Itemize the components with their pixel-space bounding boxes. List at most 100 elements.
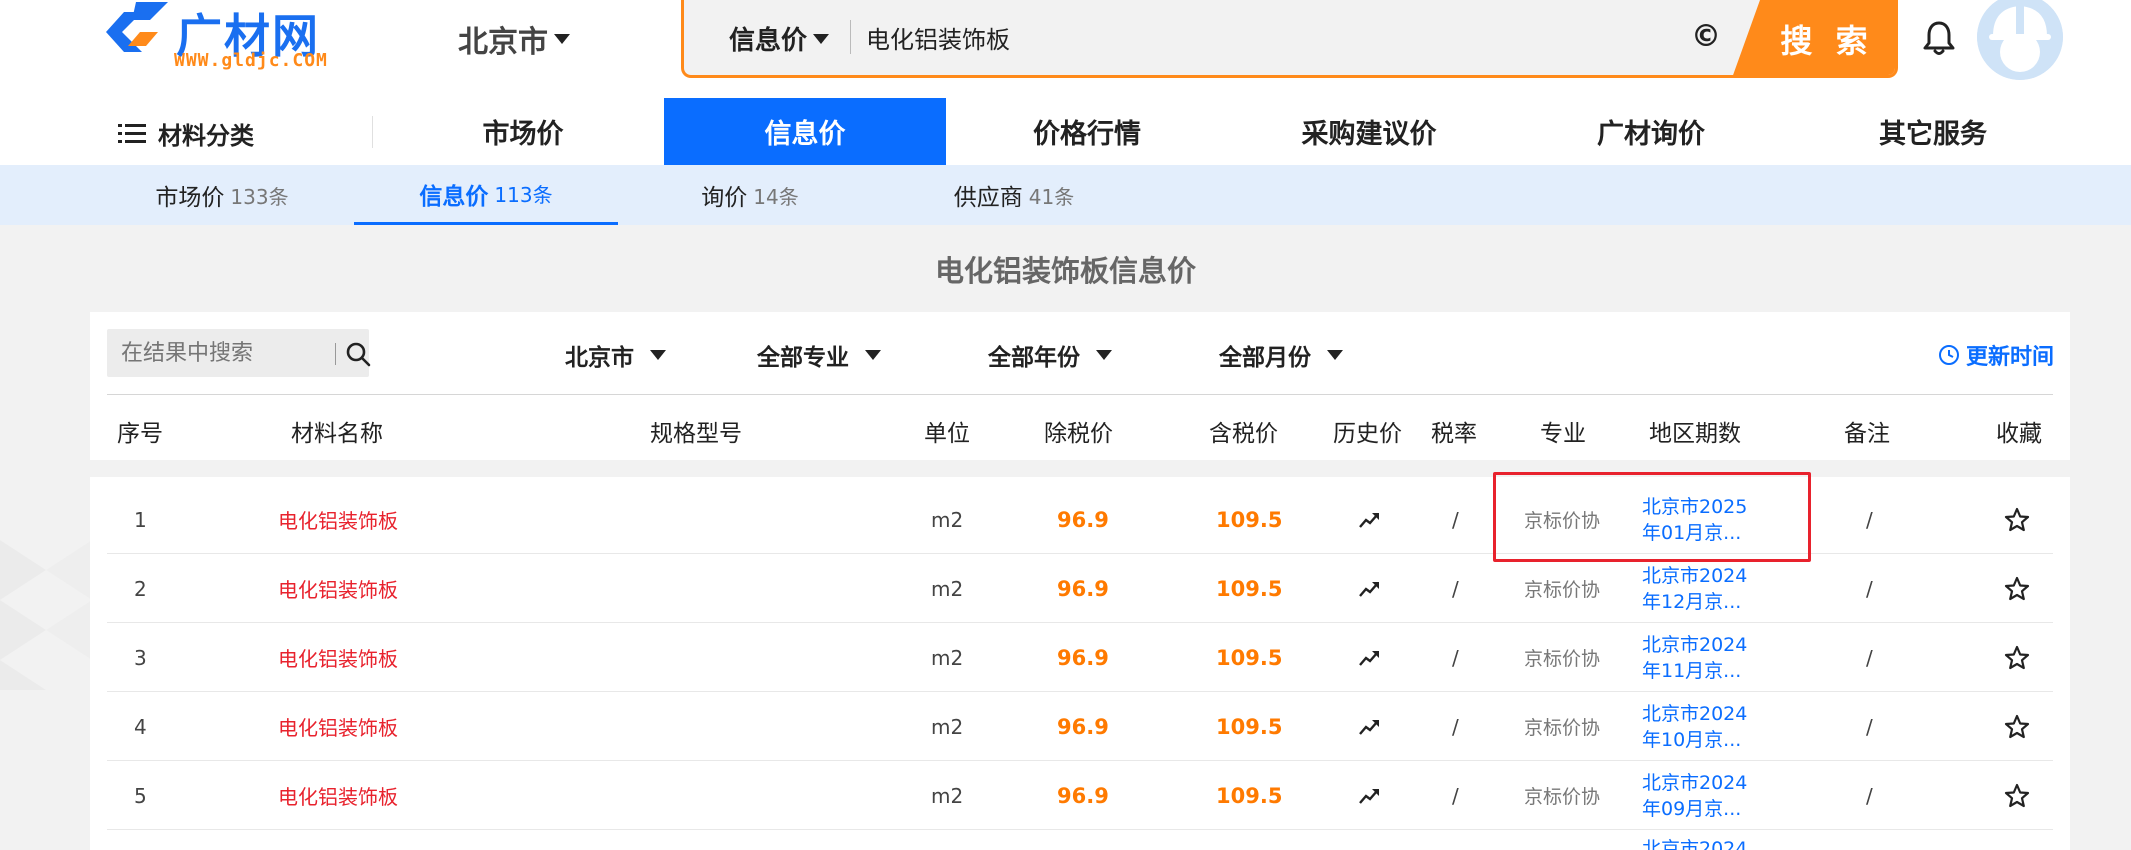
search-input[interactable] bbox=[866, 14, 1646, 60]
search-divider bbox=[335, 343, 336, 365]
tab-info-price[interactable]: 信息价 113条 bbox=[354, 165, 618, 225]
row-specialty: 京标价协 bbox=[1524, 786, 1601, 808]
region-period-link[interactable]: 北京市2024年11月京... bbox=[1642, 623, 1762, 692]
row-tax-rate: / bbox=[1452, 714, 1459, 739]
filter-specialty-label: 全部专业 bbox=[757, 345, 849, 371]
clock-icon bbox=[1938, 345, 1959, 365]
result-search-input[interactable] bbox=[121, 336, 311, 370]
search-button[interactable]: 搜 索 bbox=[1732, 0, 1895, 75]
nav-item-other-services[interactable]: 其它服务 bbox=[1792, 98, 2074, 165]
tab-count: 113条 bbox=[494, 183, 553, 207]
material-name-link[interactable]: 电化铝装饰板 bbox=[278, 623, 398, 692]
row-pre-tax-price: 96.9 bbox=[1057, 645, 1109, 670]
row-tax-rate: / bbox=[1452, 645, 1459, 670]
region-period-link[interactable]: 北京市2024年09月京... bbox=[1642, 761, 1762, 830]
filter-city-label: 北京市 bbox=[565, 345, 634, 371]
favorite-star-icon[interactable] bbox=[2004, 485, 2030, 554]
history-trend-icon[interactable] bbox=[1358, 554, 1380, 623]
favorite-star-icon[interactable] bbox=[2004, 554, 2030, 623]
filter-month-label: 全部月份 bbox=[1219, 345, 1311, 371]
image-search-icon[interactable]: © bbox=[1687, 18, 1725, 56]
tab-label: 询价 bbox=[701, 185, 748, 211]
nav-item-purchase-advice[interactable]: 采购建议价 bbox=[1228, 98, 1510, 165]
row-index: 4 bbox=[134, 714, 147, 739]
material-name-link[interactable]: 电化铝装饰板 bbox=[278, 485, 398, 554]
row-specialty: 京标价协 bbox=[1524, 648, 1601, 670]
user-avatar[interactable] bbox=[1977, 0, 2063, 80]
table-row[interactable]: 2 电化铝装饰板 m2 96.9 109.5 / 京标价协 北京市2024年12… bbox=[90, 554, 2070, 623]
site-logo[interactable]: 广材网 WWW.gldjc.COM bbox=[106, 0, 336, 76]
material-name-link[interactable]: 电化铝装饰板 bbox=[278, 554, 398, 623]
bell-icon[interactable] bbox=[1919, 18, 1959, 58]
list-menu-icon bbox=[118, 123, 146, 143]
nav-item-market-price[interactable]: 市场价 bbox=[382, 98, 664, 165]
filter-specialty-dropdown[interactable]: 全部专业 bbox=[757, 338, 881, 372]
col-header-unit: 单位 bbox=[924, 421, 970, 447]
caret-down-icon bbox=[1327, 350, 1343, 360]
material-category-label: 材料分类 bbox=[158, 122, 254, 150]
row-pre-tax-price: 96.9 bbox=[1057, 714, 1109, 739]
caret-down-icon bbox=[813, 33, 830, 44]
top-header: 广材网 WWW.gldjc.COM 北京市 信息价 © 搜 索 bbox=[0, 0, 2131, 165]
material-name-link[interactable]: 电化铝装饰板 bbox=[278, 692, 398, 761]
material-name-link[interactable]: 电化铝装饰板 bbox=[278, 761, 398, 830]
row-pre-tax-price: 96.9 bbox=[1057, 576, 1109, 601]
favorite-star-icon[interactable] bbox=[2004, 692, 2030, 761]
col-header-specialty: 专业 bbox=[1540, 421, 1586, 447]
history-trend-icon[interactable] bbox=[1358, 485, 1380, 554]
caret-down-icon bbox=[650, 350, 666, 360]
row-unit: m2 bbox=[931, 783, 964, 808]
tab-market-price[interactable]: 市场价 133条 bbox=[90, 165, 354, 225]
row-unit: m2 bbox=[931, 576, 964, 601]
history-trend-icon[interactable] bbox=[1358, 692, 1380, 761]
favorite-star-icon[interactable] bbox=[2004, 761, 2030, 830]
table-row[interactable]: 3 电化铝装饰板 m2 96.9 109.5 / 京标价协 北京市2024年11… bbox=[90, 623, 2070, 692]
row-pre-tax-price: 96.9 bbox=[1057, 783, 1109, 808]
nav-item-inquiry[interactable]: 广材询价 bbox=[1510, 98, 1792, 165]
region-period-link[interactable]: 北京市2024年12月京... bbox=[1642, 554, 1762, 623]
region-period-link[interactable]: 北京市2024 bbox=[1642, 836, 1762, 850]
region-period-link[interactable]: 北京市2024年10月京... bbox=[1642, 692, 1762, 761]
filter-month-dropdown[interactable]: 全部月份 bbox=[1219, 338, 1343, 372]
favorite-star-icon[interactable] bbox=[2004, 623, 2030, 692]
page-title: 电化铝装饰板信息价 bbox=[934, 254, 1196, 288]
nav-item-price-trend[interactable]: 价格行情 bbox=[946, 98, 1228, 165]
price-table: 1 电化铝装饰板 m2 96.9 109.5 / 京标价协 北京市2025年01… bbox=[90, 477, 2070, 850]
table-row[interactable]: 1 电化铝装饰板 m2 96.9 109.5 / 京标价协 北京市2025年01… bbox=[90, 485, 2070, 554]
caret-down-icon bbox=[1096, 350, 1112, 360]
col-header-tax-rate: 税率 bbox=[1431, 421, 1477, 447]
table-row[interactable]: 5 电化铝装饰板 m2 96.9 109.5 / 京标价协 北京市2024年09… bbox=[90, 761, 2070, 830]
col-header-favorite: 收藏 bbox=[1996, 421, 2042, 447]
table-row[interactable]: 北京市2024 bbox=[90, 830, 2070, 850]
col-header-index: 序号 bbox=[117, 421, 163, 447]
col-header-note: 备注 bbox=[1844, 421, 1890, 447]
tab-inquiry[interactable]: 询价 14条 bbox=[618, 165, 882, 225]
city-selector[interactable]: 北京市 bbox=[458, 18, 570, 60]
material-category-menu[interactable]: 材料分类 bbox=[118, 116, 254, 151]
result-tabs: 市场价 133条 信息价 113条 询价 14条 供应商 41条 bbox=[0, 165, 2131, 225]
nav-item-info-price[interactable]: 信息价 bbox=[664, 98, 946, 165]
search-type-label: 信息价 bbox=[729, 26, 808, 56]
tab-suppliers[interactable]: 供应商 41条 bbox=[882, 165, 1146, 225]
sort-update-time[interactable]: 更新时间 bbox=[1938, 339, 2054, 371]
row-note: / bbox=[1866, 507, 1873, 532]
history-trend-icon[interactable] bbox=[1358, 623, 1380, 692]
search-icon[interactable] bbox=[345, 341, 371, 367]
row-tax-inclusive-price: 109.5 bbox=[1216, 507, 1283, 532]
region-period-link[interactable]: 北京市2025年01月京... bbox=[1642, 485, 1762, 554]
search-divider bbox=[850, 20, 851, 54]
tab-count: 41条 bbox=[1028, 184, 1075, 209]
history-trend-icon[interactable] bbox=[1358, 761, 1380, 830]
row-unit: m2 bbox=[931, 714, 964, 739]
filter-year-label: 全部年份 bbox=[988, 345, 1080, 371]
background-pattern bbox=[0, 540, 92, 690]
logo-mark-icon bbox=[106, 2, 168, 52]
search-bar: 信息价 © 搜 索 bbox=[681, 0, 1898, 78]
filter-year-dropdown[interactable]: 全部年份 bbox=[988, 338, 1112, 372]
search-type-dropdown[interactable]: 信息价 bbox=[729, 20, 830, 57]
filter-city-dropdown[interactable]: 北京市 bbox=[565, 338, 666, 372]
row-index: 2 bbox=[134, 576, 147, 601]
col-header-name: 材料名称 bbox=[291, 421, 383, 447]
table-row[interactable]: 4 电化铝装饰板 m2 96.9 109.5 / 京标价协 北京市2024年10… bbox=[90, 692, 2070, 761]
row-pre-tax-price: 96.9 bbox=[1057, 507, 1109, 532]
